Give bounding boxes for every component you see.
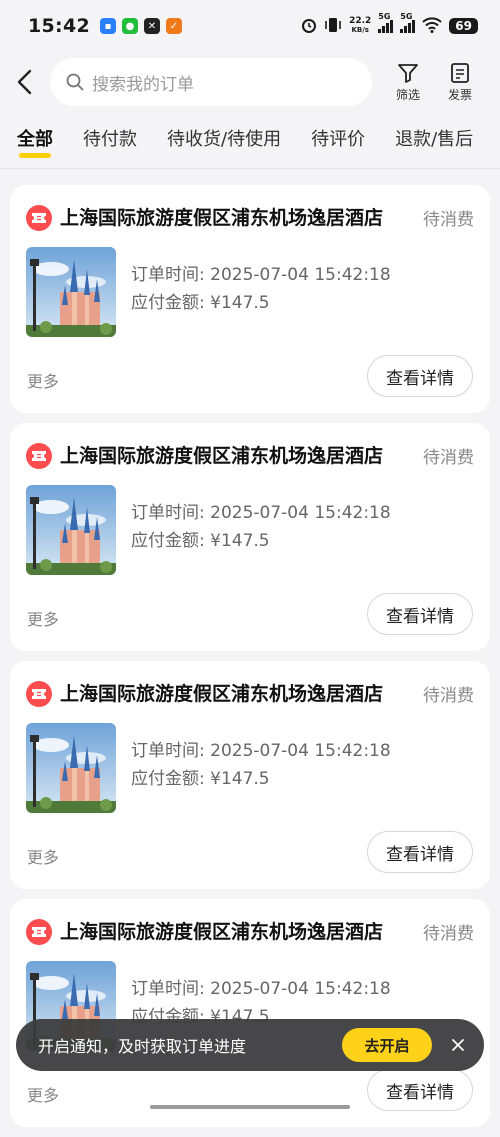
invoice-label: 发票	[447, 87, 472, 102]
order-amount-row: 应付金额: ¥147.5	[131, 289, 391, 317]
order-status: 待消费	[423, 210, 474, 230]
order-list: 上海国际旅游度假区浦东机场逸居酒店 待消费 订单时间: 2025-07-04 1…	[10, 185, 490, 1137]
order-amount-label: 应付金额:	[131, 769, 211, 789]
notification-banner: 开启通知，及时获取订单进度 去开启	[16, 1019, 484, 1071]
view-details-button[interactable]: 查看详情	[367, 1069, 473, 1111]
back-button[interactable]	[0, 52, 50, 112]
order-meta: 订单时间: 2025-07-04 15:42:18 应付金额: ¥147.5	[131, 261, 391, 317]
order-time-row: 订单时间: 2025-07-04 15:42:18	[131, 261, 391, 289]
order-amount-label: 应付金额:	[131, 531, 211, 551]
ticket-icon	[26, 205, 52, 231]
order-time: 2025-07-04 15:42:18	[210, 265, 391, 285]
order-title: 上海国际旅游度假区浦东机场逸居酒店	[60, 445, 384, 467]
header: 搜索我的订单 筛选 发票	[0, 52, 500, 112]
net-speed: 22.2 KB/s	[349, 17, 371, 35]
search-icon	[66, 73, 84, 91]
order-card[interactable]: 上海国际旅游度假区浦东机场逸居酒店 待消费 订单时间: 2025-07-04 1…	[10, 185, 490, 413]
order-time-label: 订单时间:	[131, 979, 211, 999]
chevron-left-icon	[17, 69, 32, 95]
ticket-icon	[26, 681, 52, 707]
more-link[interactable]: 更多	[27, 368, 59, 392]
order-amount-row: 应付金额: ¥147.5	[131, 765, 391, 793]
search-placeholder: 搜索我的订单	[92, 74, 194, 95]
order-thumbnail[interactable]	[26, 485, 116, 575]
order-time-row: 订单时间: 2025-07-04 15:42:18	[131, 737, 391, 765]
more-link[interactable]: 更多	[27, 1082, 59, 1106]
view-details-button[interactable]: 查看详情	[367, 831, 473, 873]
battery-indicator: 69	[449, 18, 478, 34]
net-speed-value: 22.2	[349, 16, 372, 26]
filter-label: 筛选	[395, 87, 420, 102]
order-card[interactable]: 上海国际旅游度假区浦东机场逸居酒店 待消费 订单时间: 2025-07-04 1…	[10, 423, 490, 651]
order-card[interactable]: 上海国际旅游度假区浦东机场逸居酒店 待消费 订单时间: 2025-07-04 1…	[10, 899, 490, 1127]
signal-2-tag: 5G	[400, 12, 413, 21]
more-link[interactable]: 更多	[27, 844, 59, 868]
order-title: 上海国际旅游度假区浦东机场逸居酒店	[60, 683, 384, 705]
order-time-label: 订单时间:	[131, 503, 211, 523]
search-input[interactable]: 搜索我的订单	[50, 58, 372, 106]
invoice-icon	[451, 62, 469, 83]
order-time-row: 订单时间: 2025-07-04 15:42:18	[131, 499, 391, 527]
tab-pending-payment[interactable]: 待付款	[83, 122, 137, 162]
order-time-label: 订单时间:	[131, 265, 211, 285]
order-time-label: 订单时间:	[131, 741, 211, 761]
order-thumbnail[interactable]	[26, 247, 116, 337]
order-amount: ¥147.5	[210, 293, 270, 313]
signal-1-tag: 5G	[378, 12, 391, 21]
tab-pending-review[interactable]: 待评价	[311, 122, 365, 162]
close-icon	[452, 1039, 464, 1051]
order-thumbnail[interactable]	[26, 723, 116, 813]
order-card[interactable]: 上海国际旅游度假区浦东机场逸居酒店 待消费 订单时间: 2025-07-04 1…	[10, 661, 490, 889]
order-status: 待消费	[423, 448, 474, 468]
taobao-icon: ✓	[165, 18, 182, 34]
tab-refund[interactable]: 退款/售后	[395, 122, 473, 162]
enable-notifications-button[interactable]: 去开启	[342, 1028, 432, 1062]
order-meta: 订单时间: 2025-07-04 15:42:18 应付金额: ¥147.5	[131, 499, 391, 555]
status-app-icons: ▪ ● ✕ ✓	[99, 18, 182, 34]
vibrate-icon	[324, 17, 342, 36]
order-title: 上海国际旅游度假区浦东机场逸居酒店	[60, 921, 384, 943]
ticket-icon	[26, 443, 52, 469]
signal-icon-2: 5G	[400, 12, 416, 33]
more-link[interactable]: 更多	[27, 606, 59, 630]
home-indicator[interactable]	[150, 1105, 350, 1109]
order-amount: ¥147.5	[210, 531, 270, 551]
filter-button[interactable]: 筛选	[382, 62, 434, 103]
alarm-icon	[301, 17, 317, 36]
order-amount: ¥147.5	[210, 769, 270, 789]
view-details-button[interactable]: 查看详情	[367, 593, 473, 635]
signal-icon-1: 5G	[378, 12, 394, 33]
order-amount-row: 应付金额: ¥147.5	[131, 527, 391, 555]
order-time: 2025-07-04 15:42:18	[210, 741, 391, 761]
invoice-button[interactable]: 发票	[434, 62, 486, 103]
notification-text: 开启通知，及时获取订单进度	[38, 1037, 247, 1056]
status-bar: 15:42 ▪ ● ✕ ✓ 22.2 KB/s 5G 5G 69	[0, 0, 500, 52]
order-status: 待消费	[423, 686, 474, 706]
order-time-row: 订单时间: 2025-07-04 15:42:18	[131, 975, 391, 1003]
order-status: 待消费	[423, 924, 474, 944]
tab-pending-receipt[interactable]: 待收货/待使用	[167, 122, 281, 162]
order-time: 2025-07-04 15:42:18	[210, 503, 391, 523]
order-title: 上海国际旅游度假区浦东机场逸居酒店	[60, 207, 384, 229]
tab-all[interactable]: 全部	[17, 122, 53, 162]
order-amount-label: 应付金额:	[131, 293, 211, 313]
ticket-icon	[26, 919, 52, 945]
order-time: 2025-07-04 15:42:18	[210, 979, 391, 999]
net-speed-unit: KB/s	[351, 26, 369, 34]
filter-icon	[398, 63, 418, 83]
close-notification-button[interactable]	[432, 1038, 484, 1052]
tab-divider	[0, 168, 500, 169]
view-details-button[interactable]: 查看详情	[367, 355, 473, 397]
app-x-icon: ✕	[143, 18, 160, 34]
order-tabs: 全部 待付款 待收货/待使用 待评价 退款/售后	[0, 122, 500, 168]
status-time: 15:42	[28, 15, 90, 37]
wifi-icon	[422, 16, 442, 36]
order-meta: 订单时间: 2025-07-04 15:42:18 应付金额: ¥147.5	[131, 737, 391, 793]
app-notification-icon: ▪	[99, 18, 116, 34]
wechat-icon: ●	[121, 18, 138, 34]
